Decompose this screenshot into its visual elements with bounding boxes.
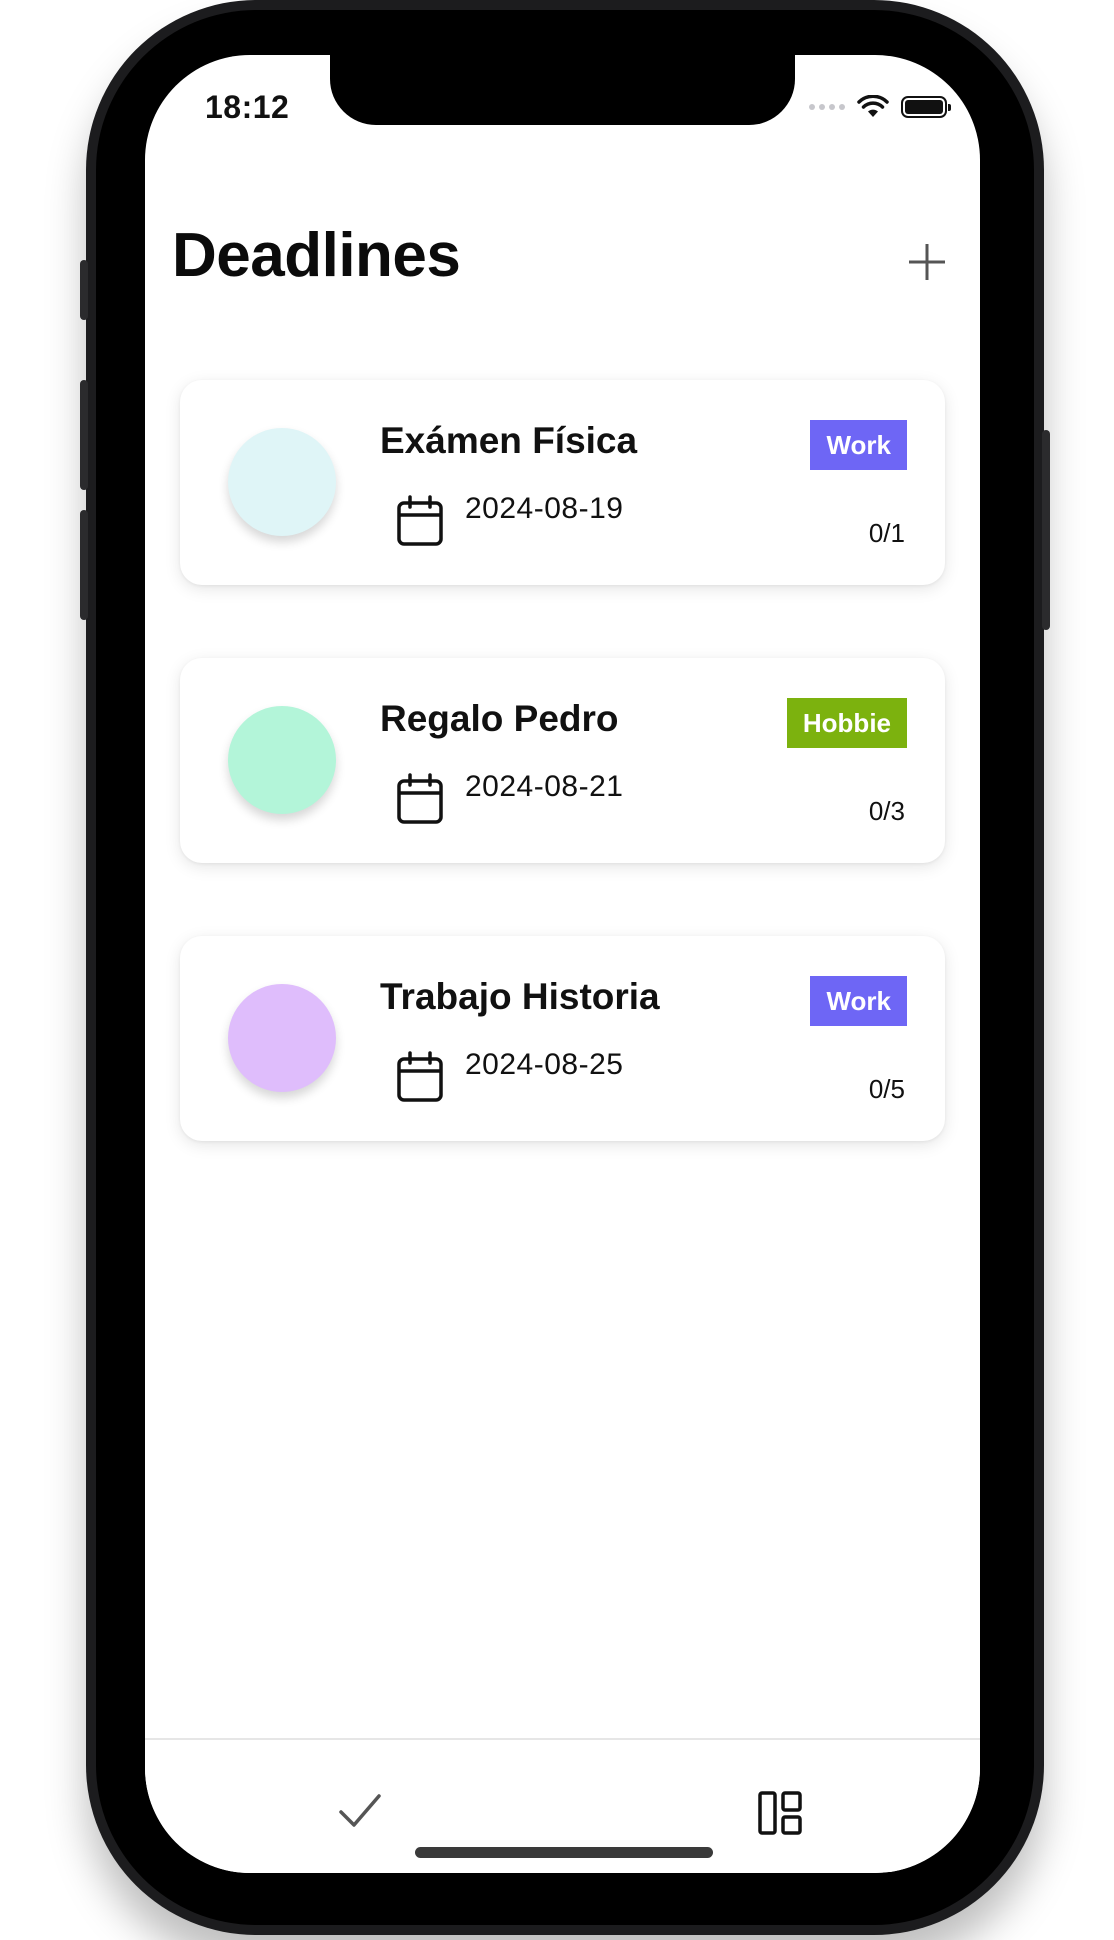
device-frame: 18:12 Deadlines Exámen Física 2024-08-19… (0, 0, 1114, 1940)
deadline-date: 2024-08-25 (465, 1048, 624, 1081)
calendar-icon (397, 773, 443, 824)
deadline-date: 2024-08-19 (465, 492, 624, 525)
category-tag: Hobbie (786, 698, 907, 748)
deadline-date: 2024-08-21 (465, 770, 624, 803)
deadline-title: Regalo Pedro (380, 698, 619, 739)
category-tag: Work (810, 976, 907, 1026)
add-deadline-button[interactable] (900, 235, 954, 289)
deadline-title: Exámen Física (380, 420, 638, 461)
status-icons (809, 95, 951, 119)
battery-icon (901, 96, 951, 118)
signal-icon (809, 104, 845, 110)
deadline-card[interactable]: Regalo Pedro 2024-08-21 Hobbie 0/3 (180, 658, 945, 863)
color-indicator (228, 706, 336, 814)
task-progress: 0/1 (868, 518, 905, 548)
app-screen: 18:12 Deadlines Exámen Física 2024-08-19… (145, 55, 980, 1873)
color-indicator (228, 984, 336, 1092)
volume-down-button (80, 510, 88, 620)
board-layout-icon[interactable] (757, 1790, 803, 1836)
wifi-icon (857, 95, 889, 117)
category-tag: Work (810, 420, 907, 470)
status-time: 18:12 (205, 89, 290, 125)
checkmark-icon[interactable] (337, 1790, 383, 1832)
task-progress: 0/5 (868, 1074, 905, 1104)
plus-icon (909, 244, 945, 280)
notch (330, 55, 795, 125)
task-progress: 0/3 (868, 796, 905, 826)
calendar-icon (397, 495, 443, 546)
home-indicator[interactable] (415, 1847, 713, 1858)
deadline-card[interactable]: Exámen Física 2024-08-19 Work 0/1 (180, 380, 945, 585)
volume-up-button (80, 380, 88, 490)
deadline-title: Trabajo Historia (380, 976, 660, 1017)
page-title: Deadlines (172, 221, 461, 290)
power-button (1042, 430, 1050, 630)
calendar-icon (397, 1051, 443, 1102)
silent-switch (80, 260, 88, 320)
color-indicator (228, 428, 336, 536)
deadline-card[interactable]: Trabajo Historia 2024-08-25 Work 0/5 (180, 936, 945, 1141)
